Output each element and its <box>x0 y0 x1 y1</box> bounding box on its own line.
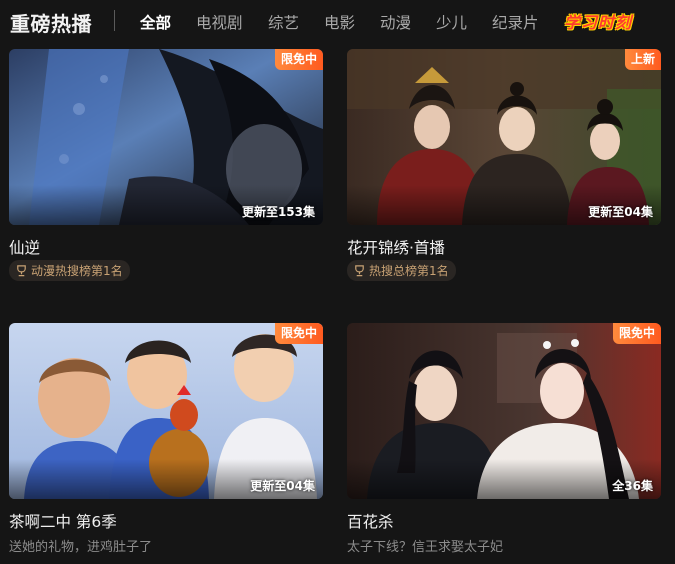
tab-tv-series[interactable]: 电视剧 <box>196 11 243 33</box>
video-title[interactable]: 百花杀 <box>347 510 394 532</box>
episode-status: 更新至04集 <box>250 479 315 493</box>
free-limited-badge: 限免中 <box>274 323 323 344</box>
tab-movie[interactable]: 电影 <box>324 11 355 33</box>
rank-tag[interactable]: 热搜总榜第1名 <box>347 260 456 281</box>
episode-status: 更新至04集 <box>588 205 653 219</box>
video-thumbnail[interactable]: 上新 更新至04集 <box>347 49 661 225</box>
tab-documentary[interactable]: 纪录片 <box>492 11 539 33</box>
video-subtitle: 送她的礼物，进鸡肚子了 <box>9 540 153 555</box>
video-card-chaa-erzhong[interactable]: 限免中 更新至04集 茶啊二中 第6季 送她的礼物，进鸡肚子了 <box>9 323 323 555</box>
category-header: 重磅热播 全部 电视剧 综艺 电影 动漫 少儿 纪录片 学习时刻 <box>0 0 675 42</box>
video-subtitle: 太子下线？信王求娶太子妃 <box>347 540 504 555</box>
video-thumbnail[interactable]: 限免中 全36集 <box>347 323 661 499</box>
trophy-icon <box>355 265 364 277</box>
free-limited-badge: 限免中 <box>274 49 323 70</box>
study-time-promo[interactable]: 学习时刻 <box>562 9 634 32</box>
free-limited-badge: 限免中 <box>612 323 661 344</box>
rank-tag-label: 热搜总榜第1名 <box>369 264 449 278</box>
tab-kids[interactable]: 少儿 <box>436 11 467 33</box>
trophy-icon <box>17 265 26 277</box>
episode-status: 全36集 <box>612 479 653 493</box>
new-badge: 上新 <box>624 49 661 70</box>
video-card-huakai-jinxiu[interactable]: 上新 更新至04集 花开锦绣·首播 热搜总榜第1名 <box>347 49 661 281</box>
video-card-xianni[interactable]: 限免中 更新至153集 仙逆 动漫热搜榜第1名 <box>9 49 323 281</box>
header-divider <box>114 10 115 31</box>
tab-variety[interactable]: 综艺 <box>268 11 299 33</box>
video-card-baihua-sha[interactable]: 限免中 全36集 百花杀 太子下线？信王求娶太子妃 <box>347 323 661 555</box>
video-title[interactable]: 花开锦绣·首播 <box>347 236 445 258</box>
tab-all[interactable]: 全部 <box>140 11 171 33</box>
video-title[interactable]: 茶啊二中 第6季 <box>9 510 117 532</box>
tab-anime[interactable]: 动漫 <box>380 11 411 33</box>
video-title[interactable]: 仙逆 <box>9 236 40 258</box>
rank-tag[interactable]: 动漫热搜榜第1名 <box>9 260 130 281</box>
episode-status: 更新至153集 <box>241 205 315 219</box>
video-thumbnail[interactable]: 限免中 更新至153集 <box>9 49 323 225</box>
video-thumbnail[interactable]: 限免中 更新至04集 <box>9 323 323 499</box>
rank-tag-label: 动漫热搜榜第1名 <box>31 264 123 278</box>
section-title: 重磅热播 <box>10 12 92 36</box>
